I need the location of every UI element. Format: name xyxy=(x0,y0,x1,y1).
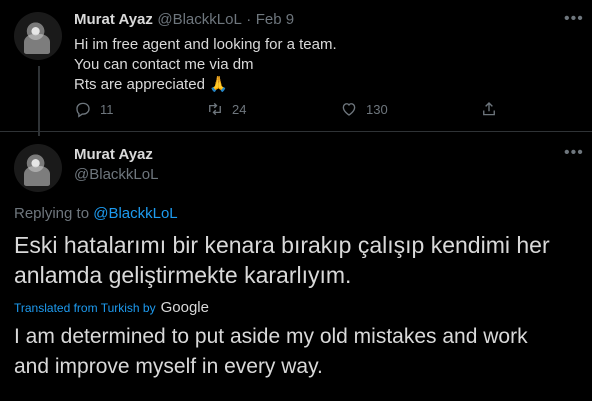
author-handle[interactable]: @BlackkLoL xyxy=(157,11,241,28)
translation-attribution[interactable]: Translated from Turkish by Google xyxy=(14,299,209,316)
like-button[interactable]: 130 xyxy=(340,100,388,118)
tweet-original[interactable]: Murat Ayaz @BlackkLoL · Feb 9 ••• Hi im … xyxy=(0,0,592,136)
thread-line xyxy=(38,66,40,136)
translation-line: and improve myself in every way. xyxy=(14,355,323,378)
replying-prefix: Replying to xyxy=(14,205,90,222)
tweet-header: Murat Ayaz @BlackkLoL · Feb 9 xyxy=(74,11,294,29)
translated-from-label: Translated from Turkish by xyxy=(14,300,156,315)
replying-to: Replying to @BlackkLoL xyxy=(14,205,178,222)
google-logo: Google xyxy=(160,299,209,316)
avatar[interactable] xyxy=(14,12,62,60)
share-button[interactable] xyxy=(480,100,506,118)
author-name[interactable]: Murat Ayaz xyxy=(74,146,153,163)
reply-button[interactable]: 11 xyxy=(74,100,114,118)
folded-hands-emoji: 🙏 xyxy=(209,76,228,93)
retweet-icon xyxy=(209,102,221,116)
action-bar: 11 24 130 xyxy=(74,100,514,120)
translated-text: I am determined to put aside my old mist… xyxy=(14,322,528,382)
reply-count: 11 xyxy=(100,101,114,117)
tweet-text: Eski hatalarımı bir kenara bırakıp çalış… xyxy=(14,230,550,290)
reply-icon xyxy=(76,102,90,118)
avatar[interactable] xyxy=(14,144,62,192)
tweet-line: Eski hatalarımı bir kenara bırakıp çalış… xyxy=(14,232,550,258)
replying-handle-link[interactable]: @BlackkLoL xyxy=(93,205,177,222)
tweet-line: Hi im free agent and looking for a team. xyxy=(74,36,337,53)
heart-icon xyxy=(342,103,356,116)
share-icon xyxy=(483,102,495,116)
tweet-reply[interactable]: Murat Ayaz @BlackkLoL ••• Replying to @B… xyxy=(0,132,592,401)
more-icon[interactable]: ••• xyxy=(564,11,584,27)
separator-dot: · xyxy=(246,11,252,28)
tweet-line: Rts are appreciated xyxy=(74,76,205,93)
tweet-line: You can contact me via dm xyxy=(74,56,254,73)
more-icon[interactable]: ••• xyxy=(564,145,584,161)
tweet-date[interactable]: Feb 9 xyxy=(256,11,294,28)
tweet-text: Hi im free agent and looking for a team.… xyxy=(74,35,337,95)
author-name[interactable]: Murat Ayaz xyxy=(74,11,153,28)
tweet-line: anlamda geliştirmekte kararlıyım. xyxy=(14,262,352,288)
like-count: 130 xyxy=(366,101,388,117)
tweet-line-with-emoji: Rts are appreciated 🙏 xyxy=(74,75,337,95)
retweet-button[interactable]: 24 xyxy=(206,100,246,118)
author-handle[interactable]: @BlackkLoL xyxy=(74,166,158,183)
retweet-count: 24 xyxy=(232,101,247,117)
translation-line: I am determined to put aside my old mist… xyxy=(14,325,528,348)
